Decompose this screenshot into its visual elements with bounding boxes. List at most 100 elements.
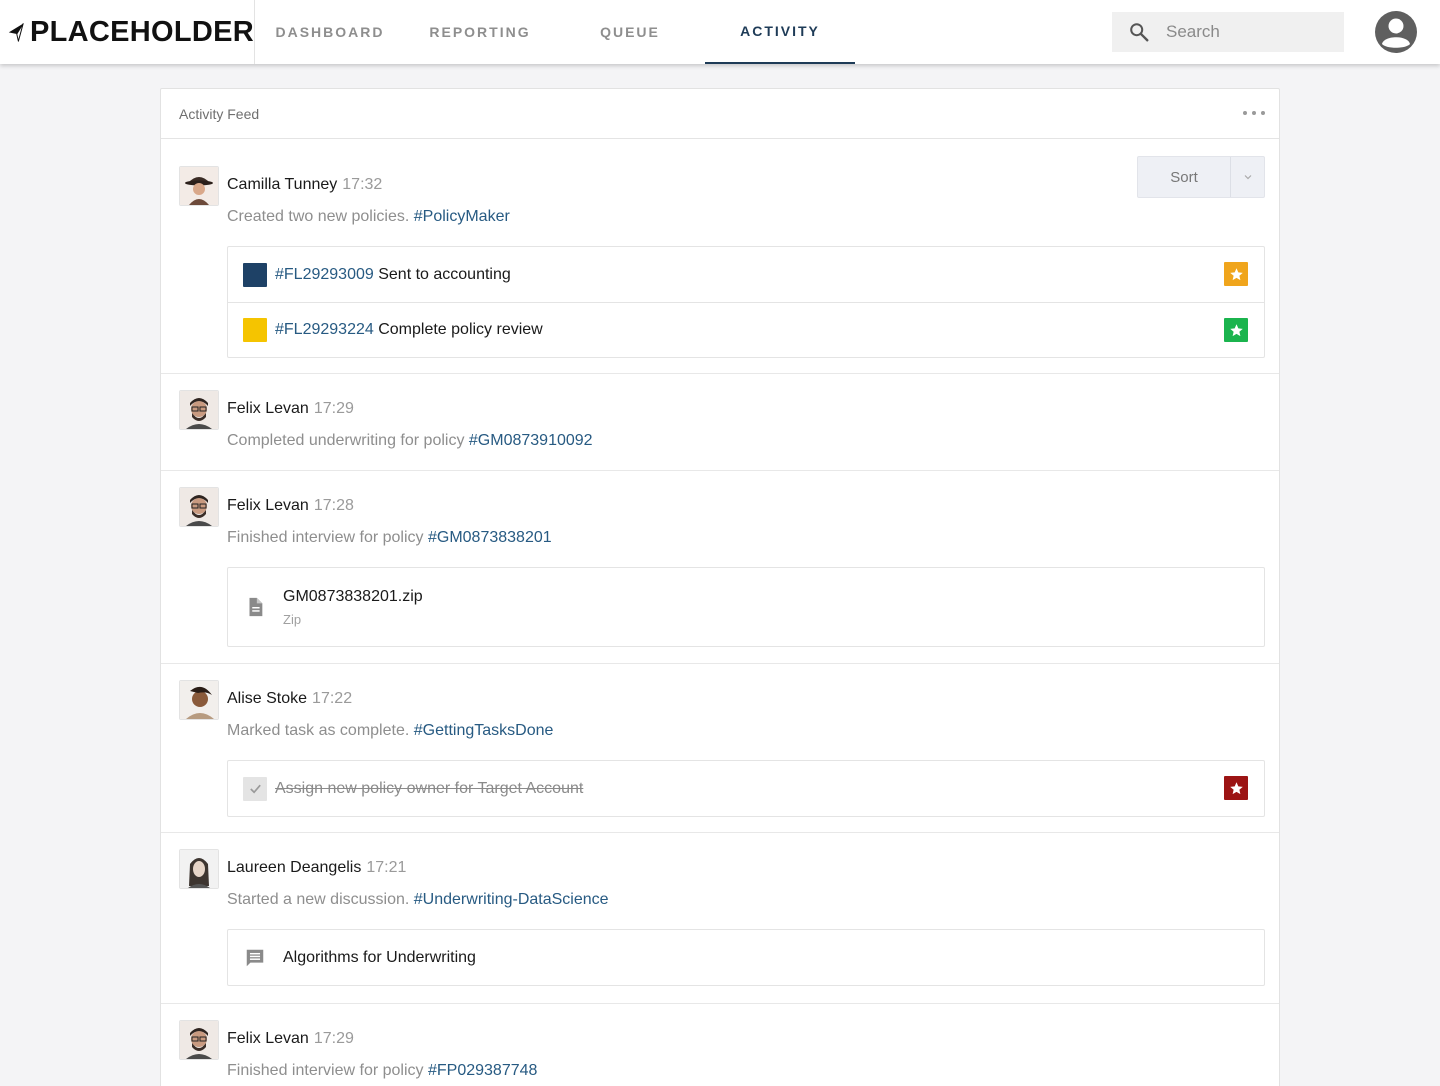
file-type: Zip [283,611,302,627]
task-label: Assign new policy owner for Target Accou… [275,779,584,797]
search-box[interactable] [1112,12,1344,52]
tab-reporting[interactable]: REPORTING [405,0,555,64]
hashtag-link[interactable]: #GM0873910092 [469,432,593,449]
timestamp: 17:28 [313,497,354,514]
account-avatar-icon[interactable] [1374,10,1418,54]
entry-description: Completed underwriting for policy #GM087… [227,432,593,450]
avatar[interactable] [179,166,219,206]
hashtag-link[interactable]: #FP029387748 [428,1062,537,1079]
tab-queue[interactable]: QUEUE [555,0,705,64]
entry-description: Started a new discussion. #Underwriting-… [227,891,609,909]
policy-id-link[interactable]: #FL29293224 [275,321,374,339]
file-row: GM0873838201.zip Zip [228,568,1264,646]
avatar[interactable] [179,849,219,889]
entry-header: Camilla Tunney 17:32 [227,176,382,194]
policy-list: #FL29293009 Sent to accounting #FL292932… [227,246,1265,358]
policy-item[interactable]: #FL29293009 Sent to accounting [228,247,1264,302]
top-nav-bar: PLACEHOLDER DASHBOARD REPORTING QUEUE AC… [0,0,1440,64]
checkmark-icon [249,784,261,794]
avatar[interactable] [179,390,219,430]
activity-entry: Felix Levan 17:29 Completed underwriting … [161,374,1279,471]
task-item[interactable]: Assign new policy owner for Target Accou… [228,761,1264,816]
user-name[interactable]: Felix Levan [227,497,309,514]
avatar-man-glasses-icon [180,1021,218,1059]
avatar-woman-hat-icon [180,167,218,205]
activity-entry: Camilla Tunney 17:32 Created two new poli… [161,139,1279,374]
star-icon[interactable] [1224,776,1248,800]
task-checkbox[interactable] [243,776,267,801]
task-list: Assign new policy owner for Target Accou… [227,760,1265,817]
avatar[interactable] [179,1020,219,1060]
entry-description: Created two new policies. #PolicyMaker [227,208,510,226]
avatar-woman-icon [180,681,218,719]
timestamp: 17:21 [366,859,407,876]
user-name[interactable]: Felix Levan [227,400,309,417]
discussion-row: Algorithms for Underwriting [228,930,1264,985]
activity-entry: Felix Levan 17:29 Finished interview for … [161,1004,1279,1086]
activity-entry: Alise Stoke 17:22 Marked task as complete… [161,664,1279,833]
entry-header: Felix Levan 17:28 [227,497,354,515]
policy-label: Complete policy review [378,321,543,338]
file-name[interactable]: GM0873838201.zip [283,588,423,606]
timestamp: 17:29 [313,400,354,417]
user-name[interactable]: Felix Levan [227,1030,309,1047]
discussion-title[interactable]: Algorithms for Underwriting [283,949,476,967]
tab-dashboard[interactable]: DASHBOARD [255,0,405,64]
avatar-man-glasses-icon [180,391,218,429]
description-text: Completed underwriting for policy [227,432,465,449]
comment-icon [243,946,267,970]
timestamp: 17:32 [342,176,383,193]
hashtag-link[interactable]: #GettingTasksDone [414,722,554,739]
description-text: Created two new policies. [227,208,410,225]
description-text: Finished interview for policy [227,1062,424,1079]
avatar-woman-long-hair-icon [180,850,218,888]
entry-header: Felix Levan 17:29 [227,400,354,418]
avatar-man-glasses-icon [180,488,218,526]
description-text: Marked task as complete. [227,722,410,739]
hashtag-link[interactable]: #GM0873838201 [428,529,552,546]
star-icon[interactable] [1224,318,1248,342]
entry-description: Finished interview for policy #FP0293877… [227,1062,537,1080]
tab-activity[interactable]: ACTIVITY [705,0,855,64]
entry-description: Finished interview for policy #GM0873838… [227,529,552,547]
card-header: Activity Feed [161,89,1279,139]
card-title: Activity Feed [179,105,260,122]
description-text: Finished interview for policy [227,529,424,546]
color-swatch [243,318,267,342]
discussion-card[interactable]: Algorithms for Underwriting [227,929,1265,986]
file-attachment[interactable]: GM0873838201.zip Zip [227,567,1265,647]
entry-header: Laureen Deangelis 17:21 [227,859,406,877]
logo-arrow-icon [8,23,24,42]
dot-icon [1243,111,1247,115]
activity-entry: Felix Levan 17:28 Finished interview for … [161,471,1279,664]
logo[interactable]: PLACEHOLDER [0,0,255,64]
avatar[interactable] [179,487,219,527]
policy-item[interactable]: #FL29293224 Complete policy review [228,302,1264,357]
hashtag-link[interactable]: #Underwriting-DataScience [414,891,609,908]
hashtag-link[interactable]: #PolicyMaker [414,208,510,225]
user-name[interactable]: Alise Stoke [227,690,307,707]
logo-text: PLACEHOLDER [29,15,254,48]
star-icon[interactable] [1224,262,1248,286]
user-name[interactable]: Laureen Deangelis [227,859,361,876]
color-swatch [243,262,267,287]
entry-header: Alise Stoke 17:22 [227,690,352,708]
avatar[interactable] [179,680,219,720]
document-icon [243,595,267,619]
more-options-button[interactable] [1243,102,1265,124]
entry-description: Marked task as complete. #GettingTasksDo… [227,722,553,740]
timestamp: 17:29 [313,1030,354,1047]
sort-caret-button[interactable] [1230,157,1264,197]
user-name[interactable]: Camilla Tunney [227,176,337,193]
sort-dropdown[interactable]: Sort [1137,156,1265,198]
search-icon [1130,23,1149,42]
activity-feed-card: Activity Feed Camilla Tunney 17:32 Create… [160,88,1280,1086]
file-info: GM0873838201.zip Zip [283,588,423,627]
policy-id-link[interactable]: #FL29293009 [275,266,374,284]
policy-label: Sent to accounting [378,265,511,283]
chevron-down-icon [1244,175,1251,180]
sort-label[interactable]: Sort [1138,157,1230,197]
search-input[interactable] [1166,22,1326,42]
description-text: Started a new discussion. [227,891,410,908]
entry-header: Felix Levan 17:29 [227,1030,354,1048]
